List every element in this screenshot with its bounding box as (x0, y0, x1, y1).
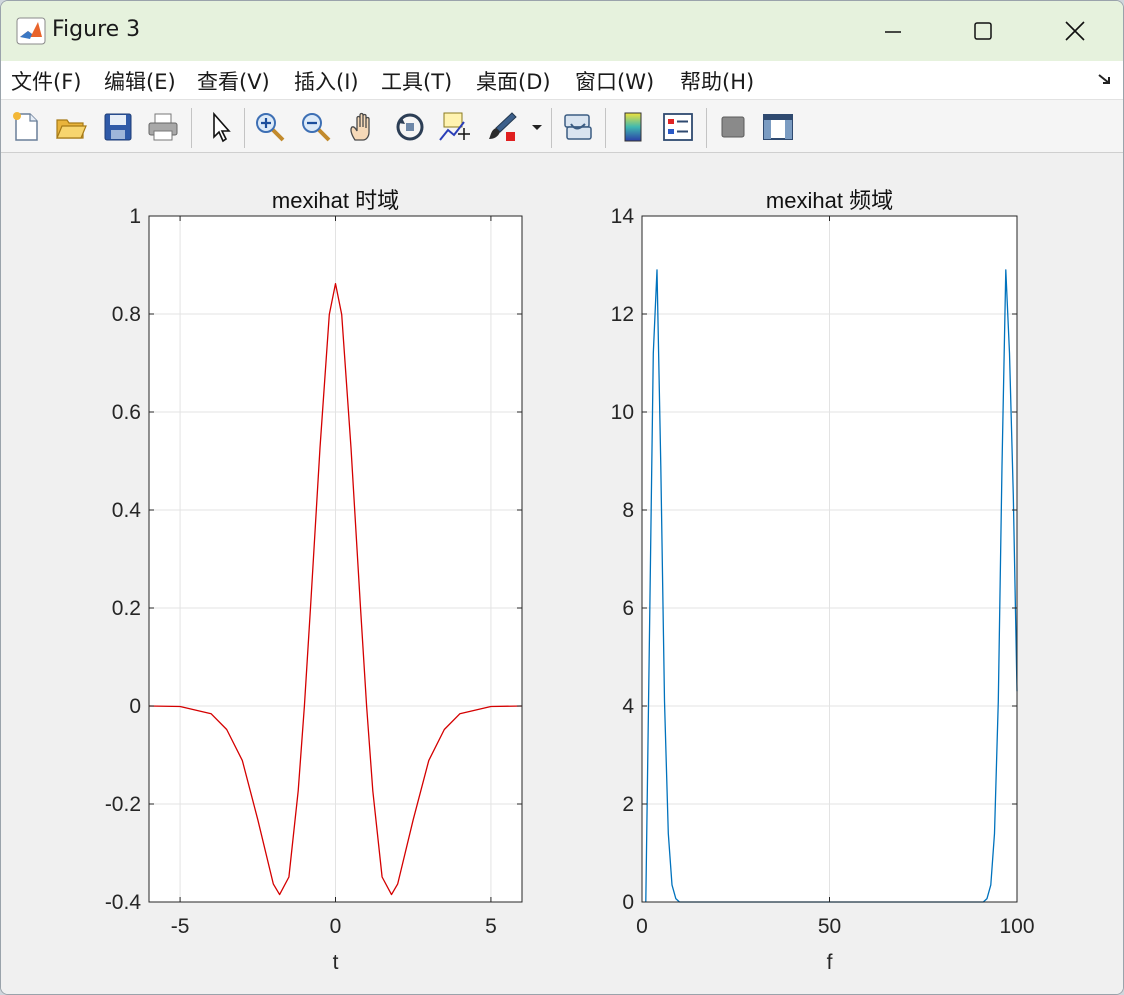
colorbar-icon[interactable] (616, 110, 650, 144)
dropdown-arrow-icon[interactable] (529, 110, 545, 144)
rotate-3d-icon[interactable] (393, 110, 427, 144)
link-plot-icon[interactable] (561, 110, 595, 144)
y-tick-label: 0.8 (112, 303, 141, 326)
menu-bar: 文件(F) 编辑(E) 查看(V) 插入(I) 工具(T) 桌面(D) 窗口(W… (1, 61, 1123, 100)
y-tick-label: 0.4 (112, 499, 142, 522)
new-figure-icon[interactable] (9, 110, 43, 144)
menu-window[interactable]: 窗口(W) (575, 66, 654, 94)
minimize-icon (885, 31, 901, 33)
y-tick-label: 10 (611, 401, 634, 424)
brush-icon[interactable] (486, 110, 520, 144)
toolbar-separator (605, 108, 606, 148)
title-bar[interactable]: Figure 3 (1, 1, 1123, 61)
y-tick-label: 0 (622, 891, 634, 914)
window-title: Figure 3 (52, 17, 141, 42)
y-tick-label: 12 (611, 303, 634, 326)
show-plot-tools-icon[interactable] (761, 110, 795, 144)
toolbar-separator (244, 108, 245, 148)
y-tick-label: 0.6 (112, 401, 141, 424)
x-axis-label: t (333, 951, 339, 974)
x-axis-label: f (827, 951, 833, 974)
chart-title: mexihat 时域 (272, 188, 399, 213)
print-icon[interactable] (146, 110, 180, 144)
x-tick-label: -5 (171, 915, 190, 938)
menu-insert[interactable]: 插入(I) (294, 66, 359, 94)
maximize-button[interactable] (937, 1, 1029, 61)
y-tick-label: 0 (129, 695, 141, 718)
figure-toolbar (1, 100, 1123, 153)
plots-svg: -5 0 5 -0.4 -0.2 0 0.2 0.4 0.6 0.8 1 mexihat 时域 t 0 50… (105, 188, 1035, 974)
menu-file[interactable]: 文件(F) (11, 66, 81, 94)
y-tick-label: 0.2 (112, 597, 141, 620)
zoom-in-icon[interactable] (253, 110, 287, 144)
matlab-logo-icon (16, 17, 46, 45)
legend-icon[interactable] (661, 110, 695, 144)
subplot-1: -5 0 5 -0.4 -0.2 0 0.2 0.4 0.6 0.8 1 mexihat 时域 t (105, 188, 523, 974)
menu-desktop[interactable]: 桌面(D) (476, 66, 551, 94)
x-tick-label: 100 (999, 915, 1034, 938)
hide-plot-tools-icon[interactable] (716, 110, 750, 144)
toolbar-separator (551, 108, 552, 148)
close-icon (1065, 21, 1085, 41)
dock-arrow-icon[interactable] (1095, 69, 1115, 89)
y-tick-label: 1 (129, 205, 141, 228)
pointer-icon[interactable] (204, 110, 238, 144)
menu-tools[interactable]: 工具(T) (381, 66, 452, 94)
x-tick-label: 5 (485, 915, 497, 938)
menu-help[interactable]: 帮助(H) (680, 66, 754, 94)
figure-canvas: -5 0 5 -0.4 -0.2 0 0.2 0.4 0.6 0.8 1 mexihat 时域 t 0 50… (1, 153, 1123, 994)
save-icon[interactable] (101, 110, 135, 144)
figure-window: Figure 3 文件(F) 编辑(E) 查看(V) 插入(I) 工具(T) 桌… (0, 0, 1124, 995)
toolbar-separator (191, 108, 192, 148)
chart-title: mexihat 频域 (766, 188, 893, 213)
menu-view[interactable]: 查看(V) (197, 66, 270, 94)
menu-edit[interactable]: 编辑(E) (104, 66, 176, 94)
y-tick-label: 4 (622, 695, 634, 718)
y-tick-label: 2 (622, 793, 634, 816)
y-tick-label: -0.2 (105, 793, 141, 816)
y-tick-label: 6 (622, 597, 634, 620)
y-tick-label: -0.4 (105, 891, 142, 914)
pan-hand-icon[interactable] (346, 110, 380, 144)
x-tick-label: 50 (818, 915, 841, 938)
x-tick-label: 0 (330, 915, 342, 938)
open-icon[interactable] (54, 110, 88, 144)
close-button[interactable] (1029, 1, 1121, 61)
subplot-2: 0 50 100 0 2 4 6 8 10 12 14 mexihat 频域 f (611, 188, 1035, 974)
x-tick-label: 0 (636, 915, 648, 938)
y-tick-label: 14 (611, 205, 635, 228)
maximize-icon (974, 22, 992, 40)
zoom-out-icon[interactable] (299, 110, 333, 144)
data-cursor-icon[interactable] (438, 110, 472, 144)
toolbar-separator (706, 108, 707, 148)
y-tick-label: 8 (622, 499, 634, 522)
minimize-button[interactable] (847, 1, 939, 61)
